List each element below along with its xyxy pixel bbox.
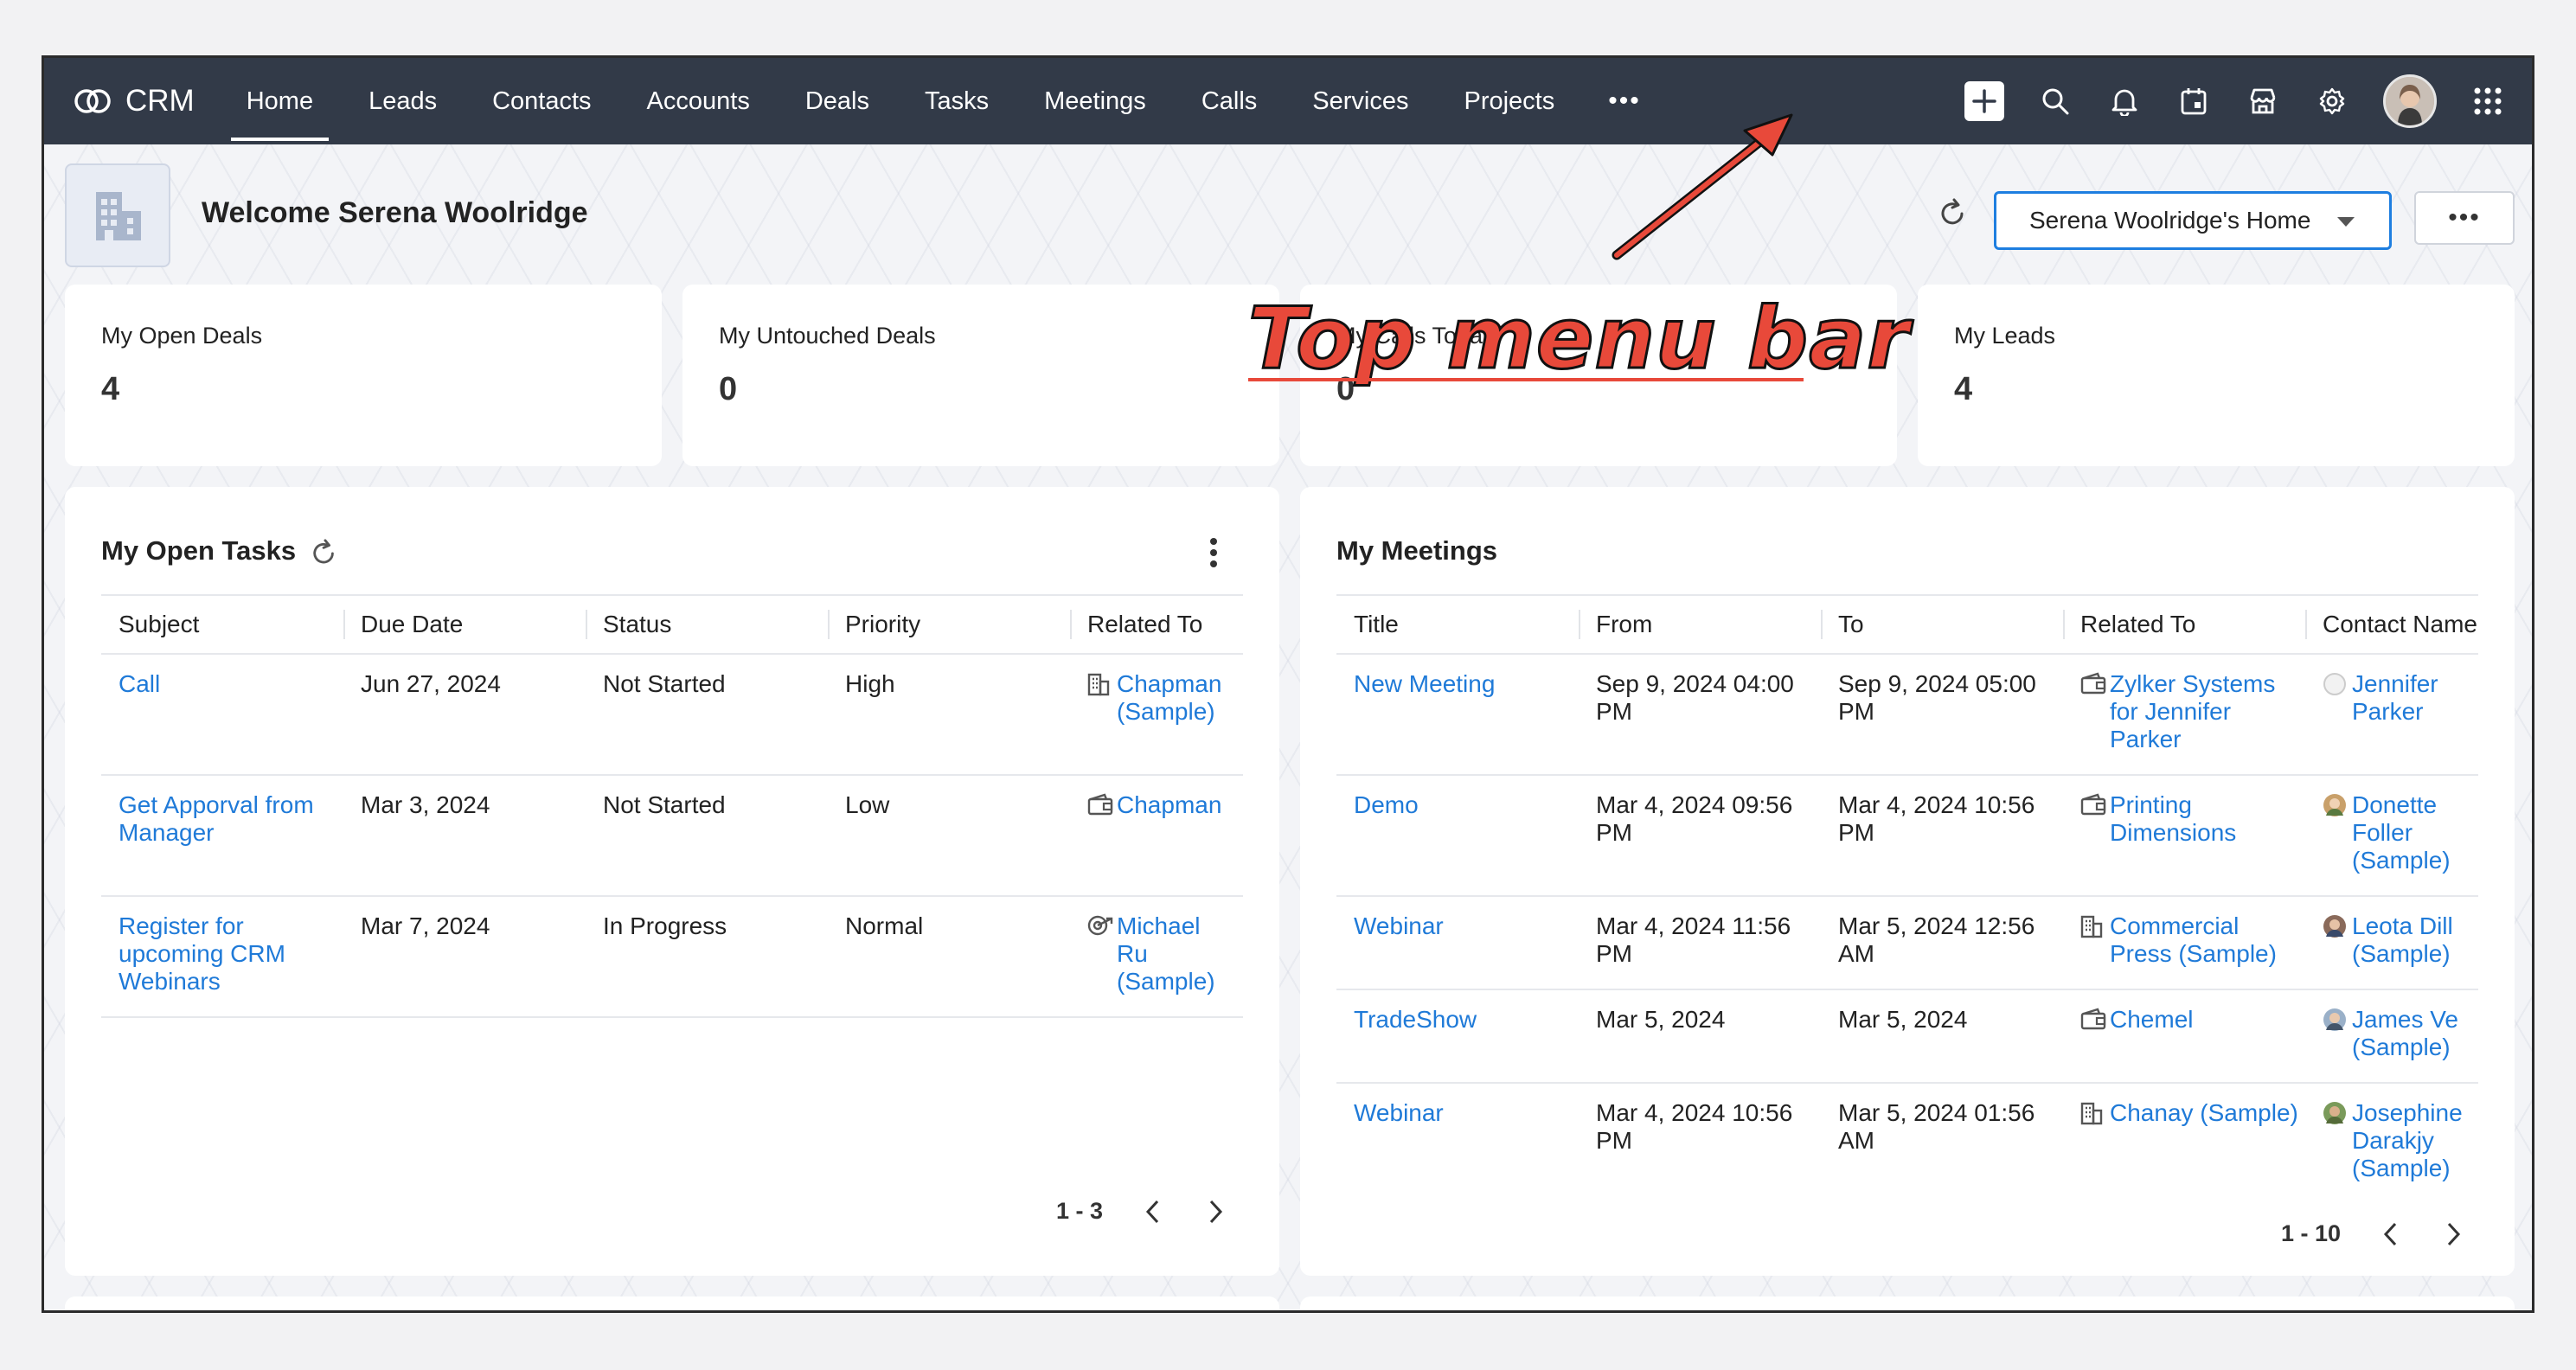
- chevron-right-icon[interactable]: [2445, 1221, 2462, 1247]
- meeting-to: Mar 5, 2024: [1821, 989, 2063, 1084]
- column-header-from[interactable]: From: [1579, 594, 1821, 655]
- table-row: Register for upcoming CRM Webinars Mar 7…: [101, 896, 1243, 1018]
- column-header-related-to[interactable]: Related To: [2063, 594, 2305, 655]
- related-to-link[interactable]: Zylker Systems for Jennifer Parker: [2110, 670, 2298, 753]
- kebab-menu-icon[interactable]: [1208, 537, 1219, 568]
- column-header-contact-name[interactable]: Contact Name: [2305, 594, 2478, 655]
- column-header-to[interactable]: To: [1821, 594, 2063, 655]
- related-to-link[interactable]: Chapman (Sample): [1117, 670, 1236, 726]
- task-priority: Normal: [828, 896, 1070, 1018]
- contact-link[interactable]: Jennifer Parker: [2352, 670, 2471, 726]
- contact-avatar: [2323, 1006, 2352, 1061]
- related-to-link[interactable]: Chapman: [1117, 791, 1221, 822]
- contact-avatar: [2323, 791, 2352, 874]
- deal-icon: [2080, 791, 2110, 847]
- building-icon: [1087, 670, 1117, 726]
- related-to-link[interactable]: Chemel: [2110, 1006, 2193, 1036]
- column-header-related-to[interactable]: Related To: [1070, 594, 1243, 655]
- meeting-title-link[interactable]: Webinar: [1354, 1099, 1444, 1126]
- task-priority: High: [828, 654, 1070, 776]
- page-range: 1 - 3: [1056, 1198, 1104, 1224]
- task-status: Not Started: [586, 654, 828, 776]
- meeting-title-link[interactable]: Demo: [1354, 791, 1419, 818]
- page-range: 1 - 10: [2281, 1220, 2342, 1246]
- chevron-right-icon[interactable]: [1207, 1199, 1224, 1225]
- contact-avatar: [2323, 912, 2352, 968]
- task-due-date: Mar 7, 2024: [343, 896, 586, 1018]
- task-subject-link[interactable]: Get Apporval from Manager: [119, 791, 314, 846]
- related-to-link[interactable]: Chanay (Sample): [2110, 1099, 2298, 1131]
- deal-icon: [2080, 670, 2110, 753]
- meeting-title-link[interactable]: Webinar: [1354, 912, 1444, 939]
- meeting-to: Mar 4, 2024 10:56 PM: [1821, 775, 2063, 897]
- table-row: Get Apporval from Manager Mar 3, 2024 No…: [101, 775, 1243, 897]
- task-due-date: Jun 27, 2024: [343, 654, 586, 776]
- meeting-to: Mar 5, 2024 12:56 AM: [1821, 896, 2063, 990]
- meeting-from: Mar 5, 2024: [1579, 989, 1821, 1084]
- chevron-left-icon[interactable]: [1144, 1199, 1162, 1225]
- column-header-status[interactable]: Status: [586, 594, 828, 655]
- meeting-from: Mar 4, 2024 09:56 PM: [1579, 775, 1821, 897]
- meeting-title-link[interactable]: New Meeting: [1354, 670, 1495, 697]
- contact-avatar: [2323, 1099, 2352, 1182]
- column-header-title[interactable]: Title: [1336, 594, 1579, 655]
- task-priority: Low: [828, 775, 1070, 897]
- meetings-pagination: 1 - 10: [2281, 1220, 2462, 1247]
- task-subject-link[interactable]: Register for upcoming CRM Webinars: [119, 912, 285, 995]
- meetings-table: Title From To Related To Contact Name Ne…: [1336, 594, 2478, 1211]
- contact-link[interactable]: James Ve (Sample): [2352, 1006, 2471, 1061]
- deal-icon: [1087, 791, 1117, 822]
- deal-icon: [2080, 1006, 2110, 1036]
- task-subject-link[interactable]: Call: [119, 670, 160, 697]
- panel-title: My Open Tasks: [101, 535, 297, 566]
- contact-link[interactable]: Donette Foller (Sample): [2352, 791, 2471, 874]
- related-to-link[interactable]: Printing Dimensions: [2110, 791, 2298, 847]
- open-tasks-panel: My Open Tasks Subject Due Date Status Pr…: [65, 487, 1279, 1276]
- meeting-from: Mar 4, 2024 10:56 PM: [1596, 1099, 1793, 1154]
- table-row: Webinar Mar 4, 2024 10:56 PM Mar 5, 2024…: [1336, 1083, 2478, 1211]
- task-status: Not Started: [586, 775, 828, 897]
- contact-link[interactable]: Josephine Darakjy (Sample): [2352, 1099, 2471, 1182]
- column-header-priority[interactable]: Priority: [828, 594, 1070, 655]
- tasks-pagination: 1 - 3: [1056, 1198, 1224, 1225]
- task-due-date: Mar 3, 2024: [343, 775, 586, 897]
- chevron-left-icon[interactable]: [2382, 1221, 2400, 1247]
- tasks-table: Subject Due Date Status Priority Related…: [101, 594, 1243, 1018]
- table-row: TradeShow Mar 5, 2024 Mar 5, 2024 Chemel…: [1336, 989, 2478, 1084]
- contact-link[interactable]: Leota Dill (Sample): [2352, 912, 2471, 968]
- meeting-to: Mar 5, 2024 01:56 AM: [1838, 1099, 2035, 1154]
- building-icon: [2080, 912, 2110, 968]
- meeting-from: Sep 9, 2024 04:00 PM: [1579, 654, 1821, 776]
- meeting-from: Mar 4, 2024 11:56 PM: [1579, 896, 1821, 990]
- next-panel-partial: [65, 1296, 1279, 1310]
- meetings-panel: My Meetings Title From To Related To Con…: [1300, 487, 2515, 1276]
- contact-avatar-empty: [2323, 670, 2352, 726]
- building-icon: [2080, 1099, 2110, 1131]
- meeting-to: Sep 9, 2024 05:00 PM: [1821, 654, 2063, 776]
- lead-icon: [1087, 912, 1117, 995]
- related-to-link[interactable]: Commercial Press (Sample): [2110, 912, 2298, 968]
- column-header-due-date[interactable]: Due Date: [343, 594, 586, 655]
- table-row: Call Jun 27, 2024 Not Started High Chapm…: [101, 654, 1243, 776]
- annotation-arrow-icon: [1612, 113, 1793, 260]
- table-row: Demo Mar 4, 2024 09:56 PM Mar 4, 2024 10…: [1336, 775, 2478, 897]
- crm-window: CRM Home Leads Contacts Accounts Deals T…: [42, 55, 2534, 1313]
- panel-title: My Meetings: [1336, 535, 1498, 566]
- table-row: New Meeting Sep 9, 2024 04:00 PM Sep 9, …: [1336, 654, 2478, 776]
- table-row: Webinar Mar 4, 2024 11:56 PM Mar 5, 2024…: [1336, 896, 2478, 990]
- column-header-subject[interactable]: Subject: [101, 594, 343, 655]
- refresh-icon[interactable]: [311, 537, 338, 567]
- meeting-title-link[interactable]: TradeShow: [1354, 1006, 1477, 1033]
- related-to-link[interactable]: Michael Ru (Sample): [1117, 912, 1236, 995]
- next-panel-partial: [1300, 1296, 2515, 1310]
- task-status: In Progress: [586, 896, 828, 1018]
